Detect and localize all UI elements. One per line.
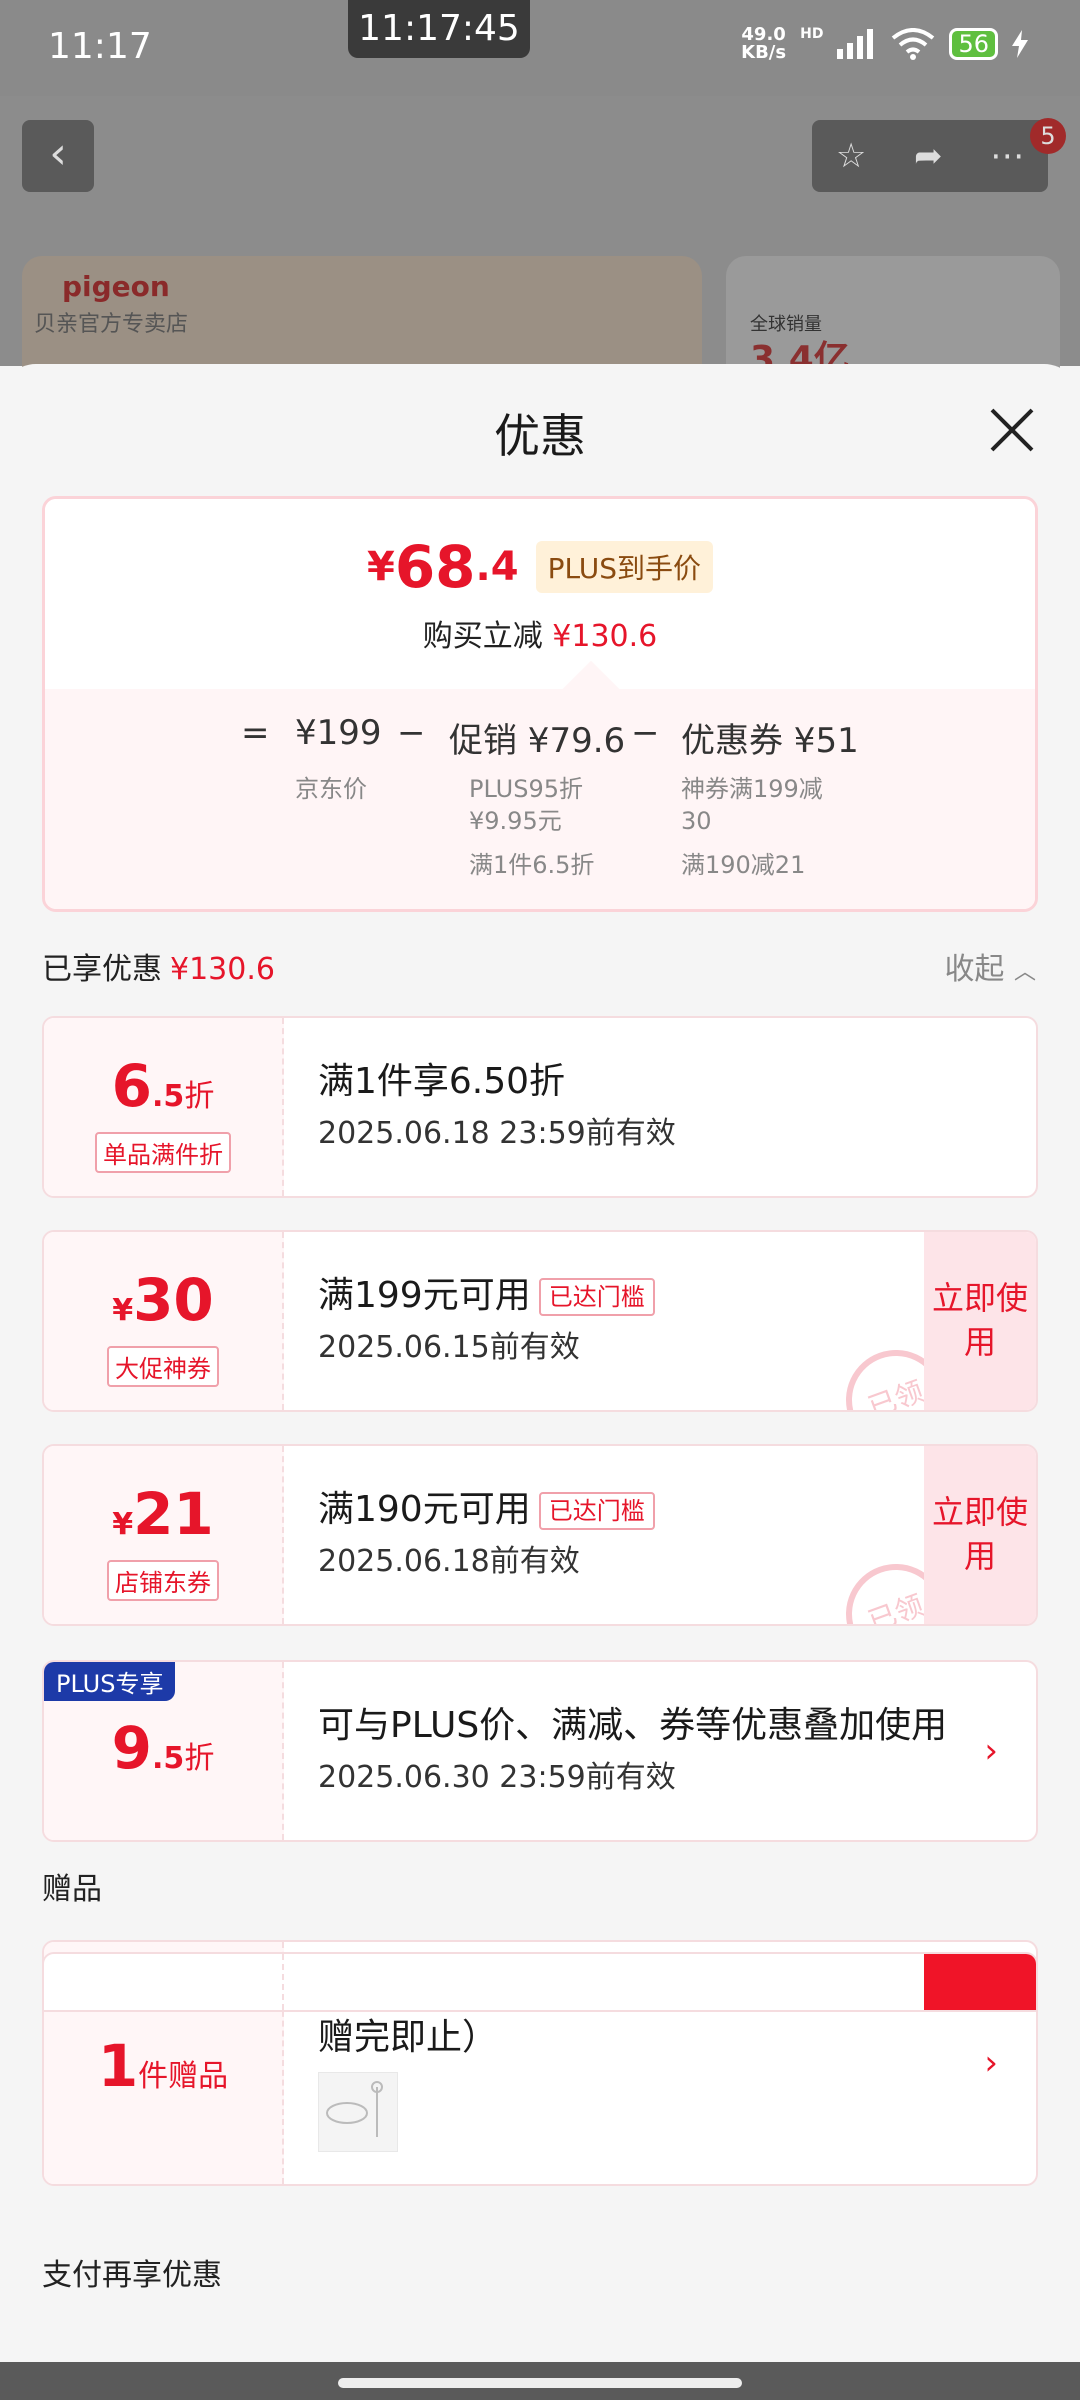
- value-small: .5: [152, 1079, 185, 1114]
- final-price-symbol: ¥: [366, 544, 395, 590]
- more-icon[interactable]: ⋯: [990, 136, 1024, 176]
- coupon-value: ¥21: [44, 1480, 282, 1548]
- signal-icon: [837, 29, 874, 59]
- coupon-detail-1: 神券满199减: [681, 775, 823, 803]
- value-big: 9: [111, 1714, 153, 1782]
- use-now-button[interactable]: 立即使用: [924, 1232, 1036, 1410]
- use-now-button[interactable]: 立即使用: [924, 1446, 1036, 1624]
- top-actions: ☆ ➦ ⋯: [812, 120, 1048, 192]
- enjoyed-value: ¥130.6: [170, 952, 275, 987]
- store-logo: pigeon: [62, 270, 170, 303]
- status-icons: 49.0 KB/s HD 56: [741, 26, 1028, 62]
- discount-tag: 单品满件折: [95, 1132, 231, 1173]
- background-page: ‹ ☆ ➦ ⋯ 5 pigeon 贝亲官方专卖店 全球销量 3.4亿: [0, 96, 1080, 396]
- plus-discount-card[interactable]: 9.5折 PLUS专享 可与PLUS价、满减、券等优惠叠加使用 2025.06.…: [42, 1660, 1038, 1842]
- promo-detail-2: ¥9.95元: [469, 807, 562, 835]
- coupon-tag: 店铺东券: [107, 1560, 219, 1601]
- home-indicator[interactable]: [338, 2378, 742, 2388]
- final-price-dec: .4: [475, 544, 519, 590]
- final-price-line: ¥68.4 PLUS到手价: [45, 533, 1035, 601]
- threshold-badge: 已达门槛: [538, 1278, 655, 1316]
- enjoyed-discount: 已享优惠 ¥130.6: [42, 944, 275, 988]
- discount-title: 满1件享6.50折: [318, 1061, 566, 1102]
- share-icon[interactable]: ➦: [914, 136, 943, 176]
- coupon-date: 2025.06.15前有效: [318, 1330, 580, 1365]
- collapse-button[interactable]: 收起 ︿: [944, 944, 1036, 988]
- value-big: 21: [133, 1480, 214, 1548]
- wifi-icon: [892, 28, 935, 60]
- promo-amount: 促销 ¥79.6: [449, 721, 626, 761]
- payment-offer-card: [42, 1952, 1038, 2012]
- pay-section-label: 支付再享优惠: [42, 2258, 222, 2293]
- collapse-label: 收起: [944, 952, 1005, 987]
- value-unit: 件赠品: [138, 2059, 229, 2094]
- discount-date: 2025.06.18 23:59前有效: [318, 1116, 676, 1151]
- coupon-date: 2025.06.18前有效: [318, 1544, 580, 1579]
- value-big: 6: [111, 1052, 153, 1120]
- chevron-right-icon: ›: [984, 1731, 998, 1771]
- coupon-tag: 大促神券: [107, 1346, 219, 1387]
- net-speed-unit: KB/s: [741, 42, 787, 63]
- battery-indicator: 56: [949, 28, 998, 60]
- net-speed: 49.0 KB/s: [741, 26, 786, 62]
- jd-price-label: 京东价: [295, 775, 367, 803]
- final-price-int: 68: [394, 533, 476, 601]
- gift-section-label: 赠品: [42, 1872, 102, 1907]
- sheet-title: 优惠: [494, 409, 586, 463]
- coupon-detail-3: 满190减21: [681, 851, 806, 879]
- plus-exclusive-badge: PLUS专享: [44, 1662, 176, 1701]
- yen-symbol: ¥: [112, 1293, 134, 1328]
- star-icon[interactable]: ☆: [836, 136, 866, 176]
- discount-sheet: 优惠 ¥68.4 PLUS到手价 购买立减 ¥130.6 = ¥199 − 促销…: [0, 364, 1080, 2364]
- value-big: 30: [133, 1266, 214, 1334]
- payment-offer-button[interactable]: [924, 1954, 1036, 2010]
- discount-title: 可与PLUS价、满减、券等优惠叠加使用: [318, 1705, 948, 1746]
- store-name: 贝亲官方专卖店: [34, 312, 189, 337]
- reduce-label: 购买立减: [422, 619, 543, 654]
- promo-detail-1: PLUS95折: [469, 775, 583, 803]
- promo-detail-3: 满1件6.5折: [469, 851, 595, 879]
- chevron-up-icon: ︿: [1013, 960, 1036, 985]
- value-small: .5: [152, 1741, 185, 1776]
- back-button[interactable]: ‹: [22, 120, 94, 192]
- discount-value: 6.5折: [44, 1052, 282, 1120]
- enjoyed-label: 已享优惠: [42, 952, 162, 987]
- price-formula: = ¥199 − 促销 ¥79.6 − 优惠券 ¥51: [45, 713, 1035, 761]
- value-unit: 折: [184, 1079, 215, 1114]
- coupon-amount: 优惠券 ¥51: [681, 721, 859, 761]
- coupon-card: ¥30 大促神券 满199元可用 已达门槛 2025.06.15前有效 已领 立即…: [42, 1230, 1038, 1412]
- navigation-bar: [0, 2362, 1080, 2400]
- threshold-badge: 已达门槛: [538, 1492, 655, 1530]
- charging-icon: [1012, 30, 1028, 58]
- notification-badge: 5: [1030, 118, 1066, 154]
- gift-thumbnail: [318, 2072, 398, 2152]
- reduce-line: 购买立减 ¥130.6: [45, 611, 1035, 655]
- status-time: 11:17: [48, 26, 152, 67]
- value-big: 1: [97, 2032, 139, 2100]
- status-bar: 11:17 11:17:45 49.0 KB/s HD 56: [0, 0, 1080, 96]
- hd-label: HD: [800, 26, 824, 42]
- coupon-title: 满190元可用: [318, 1489, 531, 1530]
- discount-date: 2025.06.30 23:59前有效: [318, 1760, 676, 1795]
- coupon-detail-2: 30: [681, 807, 712, 835]
- clock-overlay: 11:17:45: [348, 0, 530, 58]
- coupon-card: ¥21 店铺东券 满190元可用 已达门槛 2025.06.18前有效 已领 立即…: [42, 1444, 1038, 1626]
- jd-price: ¥199: [295, 713, 382, 753]
- yen-symbol: ¥: [112, 1507, 134, 1542]
- price-summary-card: ¥68.4 PLUS到手价 购买立减 ¥130.6 = ¥199 − 促销 ¥7…: [42, 496, 1038, 912]
- gift-value: 1件赠品: [44, 2032, 282, 2100]
- discount-value: 9.5折: [44, 1714, 282, 1782]
- reduce-value: ¥130.6: [552, 619, 658, 654]
- value-unit: 折: [184, 1741, 215, 1776]
- minus-sign: −: [631, 713, 660, 753]
- discount-card: 6.5折 单品满件折 满1件享6.50折 2025.06.18 23:59前有效: [42, 1016, 1038, 1198]
- coupon-title: 满199元可用: [318, 1275, 531, 1316]
- coupon-value: ¥30: [44, 1266, 282, 1334]
- equals-sign: =: [241, 713, 270, 753]
- close-icon[interactable]: [984, 402, 1040, 458]
- minus-sign: −: [397, 713, 426, 753]
- plus-price-tag: PLUS到手价: [535, 541, 714, 593]
